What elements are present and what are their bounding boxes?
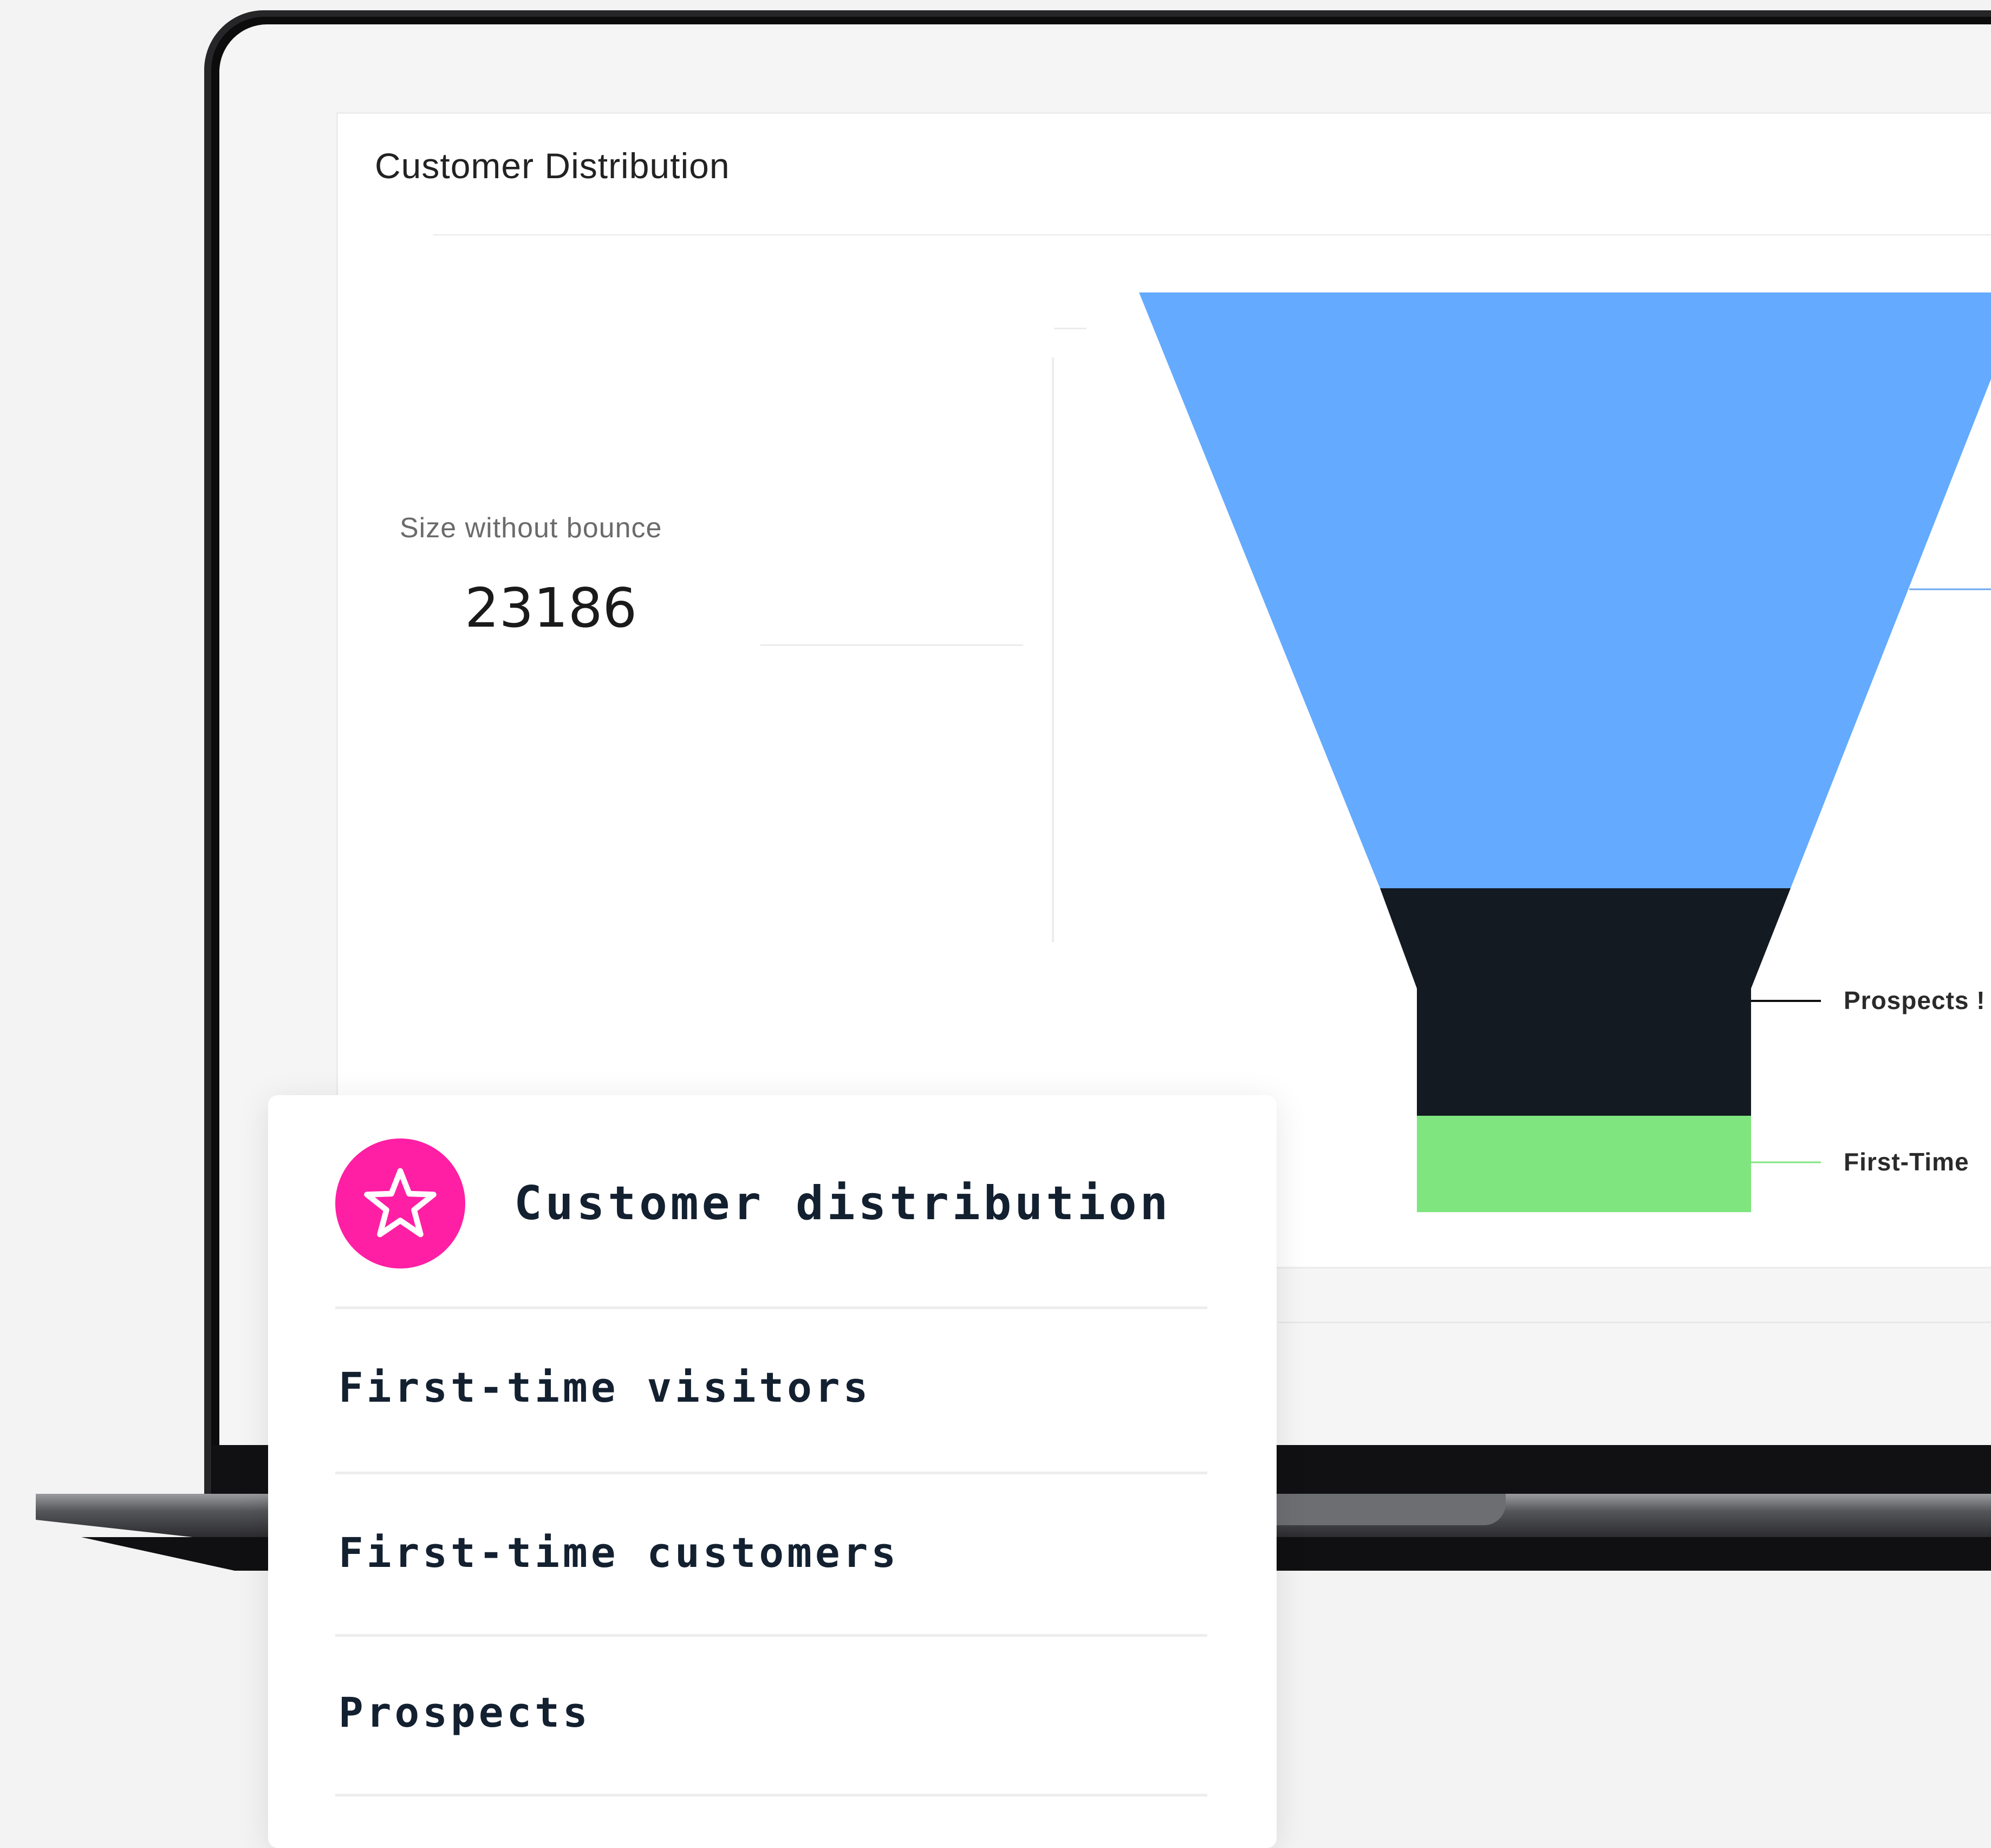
star-icon-badge (335, 1138, 465, 1268)
card-divider (335, 1794, 1207, 1797)
laptop-notch (1246, 1494, 1506, 1525)
customer-distribution-card: Customer distribution First-time visitor… (268, 1095, 1277, 1848)
funnel-label-first-time: First-Time (1844, 1148, 1969, 1176)
list-item-prospects[interactable]: Prospects (339, 1688, 1205, 1736)
vertical-divider (1052, 357, 1054, 942)
card-divider (335, 1306, 1207, 1309)
panel-divider (433, 234, 1991, 236)
axis-tick (1054, 328, 1086, 329)
star-icon (364, 1168, 437, 1238)
panel-title: Customer Distribution (375, 146, 730, 186)
lower-divider (1278, 1322, 1991, 1323)
metric-label: Size without bounce (400, 512, 662, 544)
card-divider (335, 1472, 1207, 1474)
list-item-first-time-customers[interactable]: First-time customers (339, 1528, 1205, 1577)
card-title: Customer distribution (514, 1176, 1172, 1231)
card-divider (335, 1634, 1207, 1637)
metric-value: 23186 (465, 576, 637, 640)
metric-divider (760, 645, 1023, 646)
list-item-first-time-visitors[interactable]: First-time visitors (339, 1363, 1205, 1411)
funnel-label-prospects: Prospects ! (1844, 986, 1986, 1014)
